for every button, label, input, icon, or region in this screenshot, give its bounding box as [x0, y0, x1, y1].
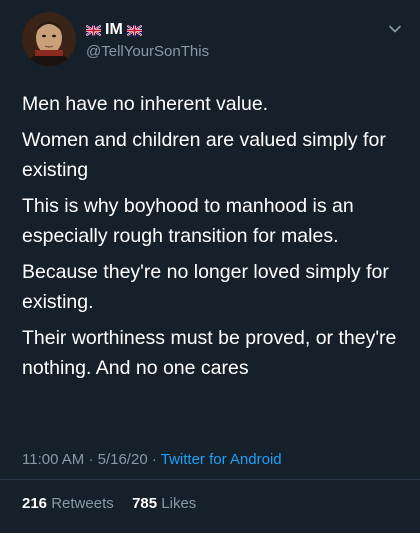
likes-count: 785	[132, 495, 158, 512]
likes-label: Likes	[161, 495, 197, 512]
retweets-stat[interactable]: 216 Retweets	[22, 495, 118, 512]
tweet-card: IM @TellYourSonThis Men have no inherent…	[0, 0, 420, 533]
tweet-paragraph: Men have no inherent value.	[22, 93, 269, 115]
user-names: IM @TellYourSonThis	[86, 20, 209, 62]
divider	[0, 479, 420, 480]
display-name-row[interactable]: IM	[86, 20, 209, 40]
tweet-paragraph: Their worthiness must be proved, or they…	[22, 327, 397, 379]
uk-flag-icon	[86, 24, 101, 36]
likes-stat[interactable]: 785 Likes	[132, 495, 196, 512]
uk-flag-icon	[126, 24, 142, 36]
user-handle[interactable]: @TellYourSonThis	[86, 42, 209, 62]
tweet-paragraph: This is why boyhood to manhood is an esp…	[22, 195, 354, 247]
display-name: IM	[105, 21, 123, 38]
tweet-text: Men have no inherent value. Women and ch…	[22, 89, 407, 389]
tweet-date[interactable]: 5/16/20	[98, 451, 148, 468]
tweet-paragraph: Because they're no longer loved simply f…	[22, 261, 389, 313]
separator: ·	[151, 451, 157, 468]
tweet-meta: 11:00 AM · 5/16/20 · Twitter for Android	[22, 450, 282, 470]
retweets-label: Retweets	[51, 495, 114, 512]
tweet-time[interactable]: 11:00 AM	[22, 451, 84, 468]
tweet-header: IM @TellYourSonThis	[22, 12, 402, 68]
retweets-count: 216	[22, 495, 48, 512]
tweet-stats: 216 Retweets 785 Likes	[22, 494, 196, 514]
tweet-paragraph: Women and children are valued simply for…	[22, 129, 386, 181]
chevron-down-icon[interactable]	[388, 22, 402, 36]
separator: ·	[88, 451, 94, 468]
avatar[interactable]	[22, 12, 76, 66]
tweet-source-link[interactable]: Twitter for Android	[161, 451, 282, 468]
